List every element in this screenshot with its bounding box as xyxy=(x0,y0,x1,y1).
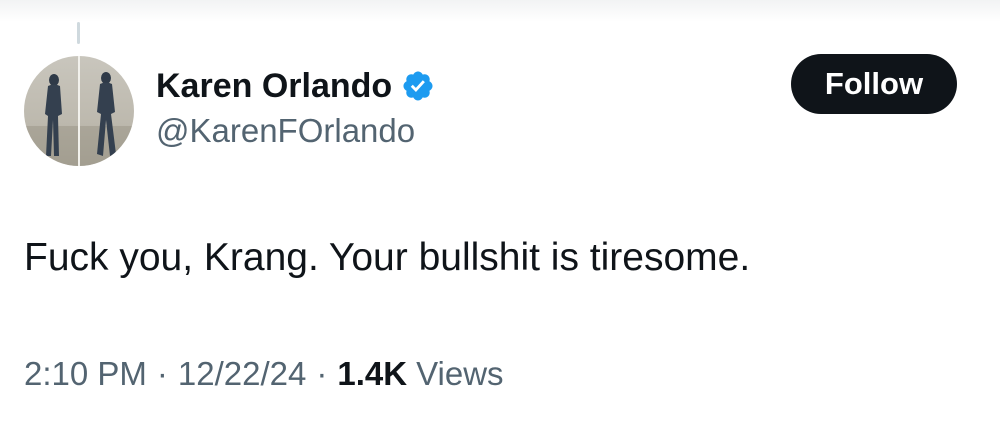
views-label: Views xyxy=(416,355,504,392)
thread-connector-line xyxy=(77,22,80,44)
tweet-date[interactable]: 12/22/24 xyxy=(178,355,306,393)
author-handle[interactable]: @KarenFOrlando xyxy=(156,112,415,150)
avatar-photo-icon xyxy=(24,56,134,166)
tweet-text: Fuck you, Krang. Your bullshit is tireso… xyxy=(24,236,751,279)
views-count[interactable]: 1.4K xyxy=(337,355,407,393)
tweet-meta: 2:10 PM · 12/22/24 · 1.4K Views xyxy=(24,352,504,396)
avatar[interactable] xyxy=(24,56,134,166)
meta-separator: · xyxy=(156,355,168,392)
tweet-time[interactable]: 2:10 PM xyxy=(24,355,147,393)
tweet-card: Karen Orlando @KarenFOrlando Follow Fuck… xyxy=(0,0,1000,425)
previous-tweet-edge xyxy=(0,0,1000,22)
meta-separator: · xyxy=(316,355,328,392)
follow-button[interactable]: Follow xyxy=(791,54,957,114)
author-name-row: Karen Orlando xyxy=(156,66,435,106)
author-display-name[interactable]: Karen Orlando xyxy=(156,67,392,106)
verified-badge-icon[interactable] xyxy=(401,69,435,103)
